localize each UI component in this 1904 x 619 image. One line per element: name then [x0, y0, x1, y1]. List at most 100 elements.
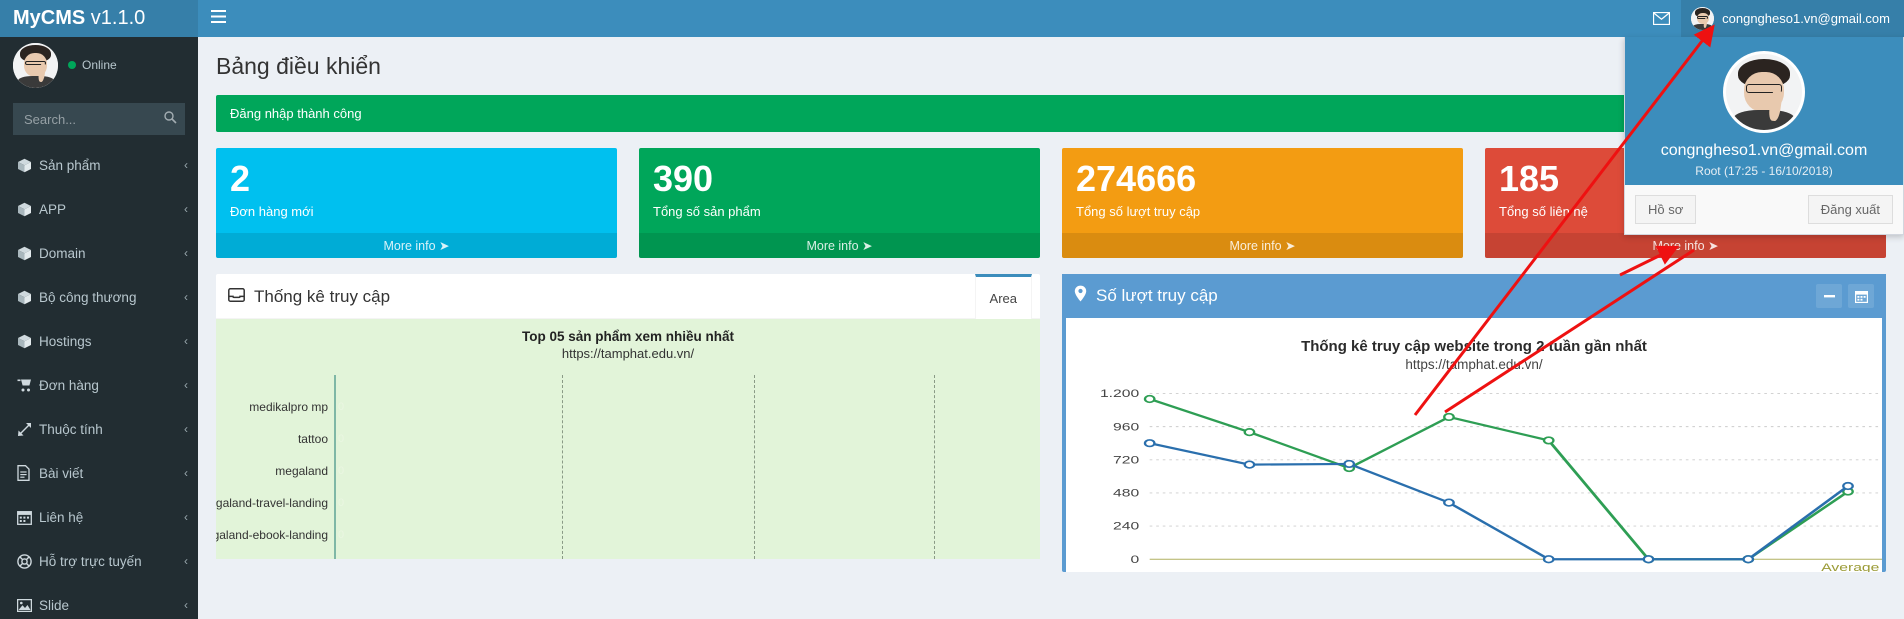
sidebar-item-domain[interactable]: Domain‹ — [0, 231, 198, 275]
chart-data-point — [1345, 461, 1354, 468]
chart-value-label: 0 — [338, 465, 344, 477]
sidebar-item-label: Đơn hàng — [39, 378, 184, 393]
stat-box-value: 2 — [230, 158, 603, 200]
sidebar-status: Online — [68, 58, 117, 72]
stat-box-inner: 390Tổng số sản phẩm — [639, 148, 1040, 233]
cube-icon — [17, 158, 39, 173]
chart-category-label: megaland — [275, 464, 328, 478]
sidebar-item-đơn-hàng[interactable]: Đơn hàng‹ — [0, 363, 198, 407]
chart-data-point — [1544, 437, 1553, 444]
sidebar-item-label: Hostings — [39, 334, 184, 349]
map-marker-icon — [1074, 285, 1087, 307]
chart-data-point — [1245, 461, 1254, 468]
stat-box-value: 274666 — [1076, 158, 1449, 200]
profile-button[interactable]: Hồ sơ — [1635, 195, 1696, 224]
chevron-left-icon: ‹ — [184, 158, 188, 172]
stat-box-label: Đơn hàng mới — [230, 200, 603, 227]
sidebar-item-label: Sản phẩm — [39, 158, 184, 173]
app-logo[interactable]: MyCMS v1.1.0 — [0, 0, 198, 37]
chart-series-line — [1150, 443, 1848, 559]
stat-box: 274666Tổng số lượt truy cậpMore info ➤ — [1062, 148, 1463, 258]
hamburger-icon[interactable] — [198, 0, 239, 37]
more-info-label: More info — [806, 239, 858, 253]
chart-category-label: medikalpro mp — [249, 400, 328, 414]
visit-stats-panel: Thống kê truy cập Area Top 05 sản phẩm x… — [216, 274, 1040, 559]
user-email-label: congngheso1.vn@gmail.com — [1722, 11, 1890, 26]
envelope-icon[interactable] — [1641, 0, 1681, 37]
chart-gridline — [934, 375, 935, 559]
image-icon — [17, 599, 39, 612]
chart-y-tick-label: 1.200 — [1100, 388, 1139, 400]
sidebar-item-bộ-công-thương[interactable]: Bộ công thương‹ — [0, 275, 198, 319]
user-dropdown-avatar — [1723, 51, 1805, 133]
cube-icon — [17, 246, 39, 261]
sidebar-item-app[interactable]: APP‹ — [0, 187, 198, 231]
arrows-icon — [17, 422, 39, 437]
chart-data-point — [1245, 429, 1254, 436]
chart-category-label: tattoo — [298, 432, 328, 446]
chart-gridline — [754, 375, 755, 559]
stat-box-more-info-link[interactable]: More info ➤ — [1062, 233, 1463, 258]
user-menu-toggle[interactable]: congngheso1.vn@gmail.com — [1681, 0, 1904, 37]
chart-title: Top 05 sản phẩm xem nhiều nhất — [216, 319, 1040, 344]
collapse-icon[interactable] — [1816, 284, 1842, 308]
navbar-right: congngheso1.vn@gmail.com — [1641, 0, 1904, 37]
chart-data-point — [1644, 556, 1653, 563]
sidebar-item-bài-viết[interactable]: Bài viết‹ — [0, 451, 198, 495]
right-panel-title: Số lượt truy cập — [1074, 285, 1218, 307]
panel-tools — [1816, 284, 1874, 308]
sidebar-item-thuộc-tính[interactable]: Thuộc tính‹ — [0, 407, 198, 451]
calendar-icon[interactable] — [1848, 284, 1874, 308]
sidebar-item-slide[interactable]: Slide‹ — [0, 583, 198, 619]
stat-box-value: 390 — [653, 158, 1026, 200]
line-chart-svg: 02404807209601.200Average — [1066, 388, 1882, 572]
chevron-left-icon: ‹ — [184, 466, 188, 480]
chevron-left-icon: ‹ — [184, 598, 188, 612]
user-dropdown-panel: congngheso1.vn@gmail.com Root (17:25 - 1… — [1624, 37, 1904, 235]
cube-icon — [17, 290, 39, 305]
inbox-icon — [228, 287, 245, 307]
chart-data-point — [1544, 556, 1553, 563]
sidebar-item-hỗ-trợ-trực-tuyến[interactable]: Hỗ trợ trực tuyến‹ — [0, 539, 198, 583]
chart-category-label: megaland-travel-landing — [216, 496, 328, 510]
chart-series-line — [1150, 399, 1848, 559]
stat-box: 390Tổng số sản phẩmMore info ➤ — [639, 148, 1040, 258]
right-panel-body: Thống kê truy cập website trong 2 tuần g… — [1066, 318, 1882, 572]
panel-tabs: Thống kê truy cập Area — [216, 274, 1040, 319]
signout-button[interactable]: Đăng xuất — [1808, 195, 1893, 224]
chevron-left-icon: ‹ — [184, 510, 188, 524]
calendar-icon — [17, 510, 39, 525]
chart-data-point — [1145, 396, 1154, 403]
stat-box-inner: 274666Tổng số lượt truy cập — [1062, 148, 1463, 233]
sidebar-item-liên-hệ[interactable]: Liên hệ‹ — [0, 495, 198, 539]
dashboard-page: MyCMS v1.1.0 congngheso1.vn@gmail.com — [0, 0, 1904, 619]
sidebar-item-sản-phẩm[interactable]: Sản phẩm‹ — [0, 143, 198, 187]
sidebar-item-label: Bộ công thương — [39, 290, 184, 305]
chart-value-label: 0 — [338, 497, 344, 509]
chart-plot-area: medikalpro mp0tattoo0megaland0megaland-t… — [216, 375, 1040, 559]
right-panel-col: Số lượt truy cập T — [1062, 274, 1886, 576]
arrow-circle-right-icon: ➤ — [439, 239, 449, 253]
stat-box-more-info-link[interactable]: More info ➤ — [639, 233, 1040, 258]
arrow-circle-right-icon: ➤ — [1285, 239, 1295, 253]
chevron-left-icon: ‹ — [184, 246, 188, 260]
stat-box-more-info-link[interactable]: More info ➤ — [216, 233, 617, 258]
chevron-left-icon: ‹ — [184, 422, 188, 436]
chart-data-point — [1744, 556, 1753, 563]
sidebar-item-label: Hỗ trợ trực tuyến — [39, 554, 184, 569]
file-icon — [17, 465, 39, 481]
chart-data-point — [1145, 440, 1154, 447]
right-panel-title-label: Số lượt truy cập — [1096, 286, 1218, 306]
main-header: MyCMS v1.1.0 congngheso1.vn@gmail.com — [0, 0, 1904, 37]
user-dropdown-name: congngheso1.vn@gmail.com — [1635, 141, 1893, 161]
search-icon[interactable] — [155, 103, 185, 135]
tab-area[interactable]: Area — [975, 274, 1032, 319]
user-dropdown-meta: Root (17:25 - 16/10/2018) — [1635, 164, 1893, 178]
arrow-circle-right-icon: ➤ — [1708, 239, 1718, 253]
sidebar-menu: Sản phẩm‹APP‹Domain‹Bộ công thương‹Hosti… — [0, 143, 198, 619]
sidebar-item-hostings[interactable]: Hostings‹ — [0, 319, 198, 363]
left-panel-title: Thống kê truy cập — [228, 274, 390, 319]
stat-box: 2Đơn hàng mới More info ➤ — [216, 148, 617, 258]
cube-icon — [17, 334, 39, 349]
stat-box-more-info-link[interactable]: More info ➤ — [1485, 233, 1886, 258]
